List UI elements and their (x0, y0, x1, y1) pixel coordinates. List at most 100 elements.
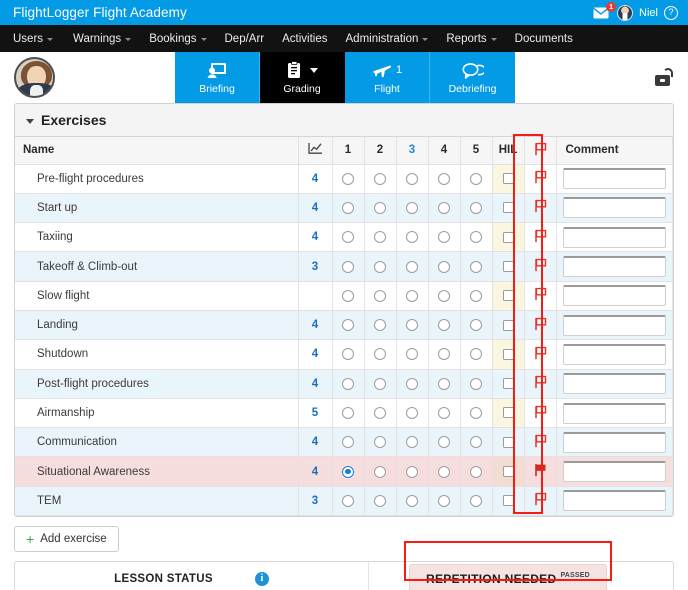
grade-radio-cell-2[interactable] (364, 486, 397, 517)
hil-checkbox[interactable] (502, 466, 514, 478)
hil-checkbox[interactable] (502, 231, 514, 243)
col-score-5[interactable]: 5 (460, 137, 493, 165)
grade-radio-cell-5[interactable] (460, 222, 493, 253)
grade-radio-3[interactable] (406, 231, 418, 244)
grade-radio-4[interactable] (438, 436, 450, 449)
grade-radio-5[interactable] (470, 465, 482, 478)
grade-radio-3[interactable] (406, 436, 418, 449)
grade-radio-2[interactable] (374, 348, 386, 361)
grade-radio-cell-5[interactable] (460, 427, 493, 458)
grade-radio-cell-2[interactable] (364, 398, 397, 429)
grade-radio-2[interactable] (374, 436, 386, 449)
grade-radio-1[interactable] (342, 289, 354, 302)
comment-input[interactable] (562, 285, 666, 307)
hil-checkbox-cell[interactable] (492, 222, 525, 253)
hil-checkbox-cell[interactable] (492, 339, 525, 370)
grade-radio-1[interactable] (342, 377, 354, 390)
grade-radio-3[interactable] (406, 407, 418, 419)
grade-radio-cell-1[interactable] (332, 281, 365, 311)
exercise-previous-score[interactable]: 4 (298, 456, 333, 487)
grade-radio-cell-1[interactable] (332, 427, 365, 458)
flag-icon[interactable] (534, 170, 547, 184)
flag-cell[interactable] (524, 339, 557, 370)
grade-radio-1[interactable] (342, 201, 354, 214)
hil-checkbox-cell[interactable] (492, 281, 525, 311)
grade-radio-cell-1[interactable] (332, 398, 365, 429)
grade-radio-cell-4[interactable] (428, 222, 461, 253)
grade-radio-cell-3[interactable] (396, 369, 429, 399)
comment-input[interactable] (562, 256, 666, 278)
flag-icon[interactable] (534, 405, 547, 419)
hil-checkbox-cell[interactable] (492, 164, 525, 194)
grade-radio-3[interactable] (406, 465, 418, 478)
grade-radio-cell-4[interactable] (428, 398, 461, 429)
flag-cell[interactable] (524, 281, 557, 311)
grade-radio-cell-1[interactable] (332, 251, 365, 282)
grade-radio-cell-3[interactable] (396, 193, 429, 224)
grade-radio-cell-5[interactable] (460, 193, 493, 224)
flag-icon[interactable] (534, 375, 547, 389)
exercise-previous-score[interactable]: 4 (298, 310, 333, 341)
tab-grading[interactable]: Grading (260, 52, 345, 103)
grade-radio-5[interactable] (470, 289, 482, 302)
comment-input[interactable] (562, 402, 666, 424)
comment-input[interactable] (562, 461, 666, 483)
flag-cell[interactable] (524, 164, 557, 194)
student-photo[interactable] (14, 56, 55, 98)
grade-radio-1[interactable] (342, 260, 354, 273)
grade-radio-cell-2[interactable] (364, 310, 397, 341)
exercise-previous-score[interactable]: 4 (298, 427, 333, 458)
grade-radio-2[interactable] (374, 231, 386, 244)
hil-checkbox-cell[interactable] (492, 310, 525, 341)
grade-radio-cell-3[interactable] (396, 222, 429, 253)
grade-radio-1[interactable] (342, 348, 354, 361)
flag-icon[interactable] (534, 317, 547, 331)
flag-icon[interactable] (534, 229, 547, 243)
grade-radio-cell-2[interactable] (364, 456, 397, 487)
grade-radio-5[interactable] (470, 377, 482, 390)
grade-radio-cell-5[interactable] (460, 339, 493, 370)
exercise-previous-score[interactable]: 4 (298, 339, 333, 370)
flag-cell[interactable] (524, 427, 557, 458)
envelope-icon[interactable]: 1 (593, 1, 617, 20)
nav-item-warnings[interactable]: Warnings (64, 25, 140, 52)
grade-radio-3[interactable] (406, 289, 418, 302)
grade-radio-cell-2[interactable] (364, 193, 397, 224)
grade-radio-2[interactable] (374, 465, 386, 478)
grade-radio-cell-5[interactable] (460, 369, 493, 399)
hil-checkbox-cell[interactable] (492, 398, 525, 429)
col-flag-icon[interactable] (524, 137, 557, 165)
grade-radio-cell-4[interactable] (428, 456, 461, 487)
comment-input[interactable] (562, 373, 666, 395)
col-name[interactable]: Name (15, 137, 299, 165)
chevron-down-icon[interactable] (309, 67, 318, 73)
grade-radio-2[interactable] (374, 201, 386, 214)
grade-radio-cell-1[interactable] (332, 310, 365, 341)
grade-radio-4[interactable] (438, 231, 450, 244)
hil-checkbox[interactable] (502, 319, 514, 331)
grade-radio-cell-5[interactable] (460, 164, 493, 194)
hil-checkbox[interactable] (502, 495, 514, 507)
exercises-panel-header[interactable]: Exercises (15, 104, 673, 137)
grade-radio-cell-3[interactable] (396, 427, 429, 458)
grade-radio-4[interactable] (438, 289, 450, 302)
grade-radio-cell-3[interactable] (396, 310, 429, 341)
grade-radio-cell-2[interactable] (364, 369, 397, 399)
grade-radio-cell-4[interactable] (428, 369, 461, 399)
grade-radio-4[interactable] (438, 172, 450, 185)
grade-radio-cell-4[interactable] (428, 251, 461, 282)
grade-radio-3[interactable] (406, 201, 418, 214)
tab-debriefing[interactable]: Debriefing (430, 52, 515, 103)
col-score-3[interactable]: 3 (396, 137, 429, 165)
exercise-previous-score[interactable]: 4 (298, 369, 333, 399)
flag-icon[interactable] (534, 287, 547, 301)
flag-cell[interactable] (524, 251, 557, 282)
help-icon[interactable]: ? (664, 5, 678, 20)
col-score-4[interactable]: 4 (428, 137, 461, 165)
grade-radio-cell-3[interactable] (396, 164, 429, 194)
nav-item-bookings[interactable]: Bookings (140, 25, 215, 52)
grade-radio-4[interactable] (438, 201, 450, 214)
col-score-2[interactable]: 2 (364, 137, 397, 165)
hil-checkbox[interactable] (502, 407, 514, 419)
exercise-previous-score[interactable]: 4 (298, 193, 333, 224)
